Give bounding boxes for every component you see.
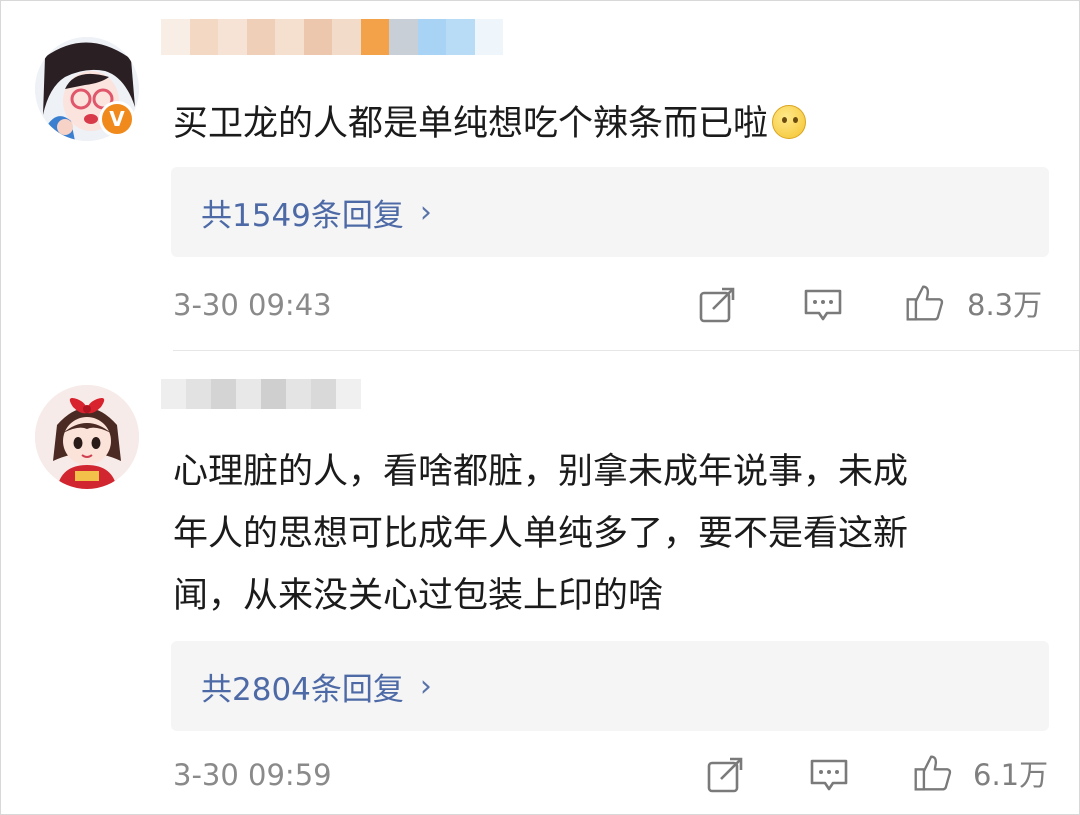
- comment-text-line: 年人的思想可比成年人单纯多了，要不是看这新: [173, 514, 909, 554]
- comment-icon[interactable]: [809, 755, 849, 795]
- avatar[interactable]: [35, 385, 139, 489]
- comment-text: 心理脏的人，看啥都脏，别拿未成年说事，未成 年人的思想可比成年人单纯多了，要不是…: [173, 441, 1053, 627]
- like-count: 8.3万: [967, 288, 1043, 322]
- view-replies-button[interactable]: 共2804条回复 ›: [171, 641, 1049, 731]
- chevron-right-icon: ›: [419, 668, 432, 704]
- reply-count-label: 共2804条回复: [201, 671, 404, 708]
- reply-count-label: 共1549条回复: [201, 197, 404, 234]
- avatar-image: [35, 385, 139, 489]
- comment-list: V 买卫龙的人都是单纯想吃个辣条而已啦 共1549条回复 › 3-30 09:4…: [0, 0, 1080, 815]
- comment-item: 心理脏的人，看啥都脏，别拿未成年说事，未成 年人的思想可比成年人单纯多了，要不是…: [1, 351, 1079, 814]
- thumbs-up-icon[interactable]: [913, 753, 953, 793]
- username-blurred[interactable]: [161, 19, 503, 55]
- comment-text-line: 闻，从来没关心过包装上印的啥: [173, 576, 664, 616]
- comment-text: 买卫龙的人都是单纯想吃个辣条而已啦: [173, 93, 1053, 155]
- comment-text-line: 心理脏的人，看啥都脏，别拿未成年说事，未成: [173, 452, 909, 492]
- share-icon[interactable]: [697, 285, 737, 325]
- comment-meta-bar: 3-30 09:59 6.1万: [173, 753, 1053, 797]
- comment-item: V 买卫龙的人都是单纯想吃个辣条而已啦 共1549条回复 › 3-30 09:4…: [1, 1, 1079, 351]
- thumbs-up-icon[interactable]: [905, 283, 945, 323]
- chevron-right-icon: ›: [419, 194, 432, 230]
- comment-timestamp: 3-30 09:43: [173, 288, 332, 322]
- comment-timestamp: 3-30 09:59: [173, 758, 332, 792]
- username-blurred[interactable]: [161, 379, 361, 409]
- comment-meta-bar: 3-30 09:43 8.3万: [173, 283, 1053, 327]
- thinking-face-emoji: [772, 105, 807, 139]
- like-count: 6.1万: [973, 758, 1049, 792]
- verified-badge: V: [99, 101, 135, 137]
- comment-text-content: 买卫龙的人都是单纯想吃个辣条而已啦: [173, 104, 769, 144]
- view-replies-button[interactable]: 共1549条回复 ›: [171, 167, 1049, 257]
- share-icon[interactable]: [705, 755, 745, 795]
- comment-icon[interactable]: [803, 285, 843, 325]
